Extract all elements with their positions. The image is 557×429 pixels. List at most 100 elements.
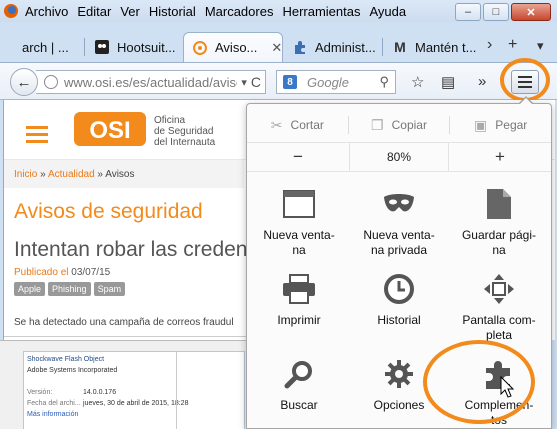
plugin-name: Shockwave Flash Object bbox=[27, 356, 105, 363]
breadcrumb-current: Avisos bbox=[105, 169, 135, 180]
history-button[interactable]: Historial bbox=[349, 269, 449, 328]
search-engine-icon[interactable]: 8 bbox=[277, 71, 303, 93]
url-bar[interactable]: www.osi.es/es/actualidad/avisc ▾ C bbox=[36, 70, 266, 94]
back-button[interactable]: ← bbox=[10, 68, 38, 96]
tab-arch[interactable]: arch | ... bbox=[14, 32, 84, 62]
embedded-screenshot: Shockwave Flash Object Adobe Systems Inc… bbox=[0, 340, 250, 429]
menubar: Archivo Editar Ver Historial Marcadores … bbox=[0, 0, 557, 22]
menu-ayuda[interactable]: Ayuda bbox=[369, 4, 406, 19]
search-input[interactable]: Google bbox=[307, 75, 379, 90]
m-icon: M bbox=[394, 39, 406, 55]
tab-title: Administ... bbox=[315, 39, 376, 55]
scissors-icon: ✂ bbox=[270, 116, 283, 133]
save-page-button[interactable]: Guardar pági-na bbox=[449, 184, 549, 258]
clipboard-icon: ▣ bbox=[474, 116, 488, 133]
new-tab-button[interactable]: + bbox=[508, 36, 517, 54]
panel-arrow-inner bbox=[519, 98, 533, 105]
menu-editar[interactable]: Editar bbox=[77, 4, 111, 19]
tag-apple[interactable]: Apple bbox=[14, 282, 46, 296]
mask-icon bbox=[379, 184, 419, 224]
article-title[interactable]: Intentan robar las credenciales bbox=[14, 238, 246, 262]
highlight-ring-add-ons bbox=[423, 340, 535, 424]
paste-button[interactable]: ▣ Pegar bbox=[450, 110, 551, 140]
tab-manten[interactable]: M Mantén t... bbox=[384, 32, 478, 62]
globe-icon bbox=[44, 75, 58, 89]
close-window-button[interactable]: ✕ bbox=[511, 3, 551, 21]
url-history-dropdown-icon[interactable]: ▾ bbox=[241, 76, 247, 89]
bookmark-star-icon[interactable]: ☆ bbox=[411, 73, 424, 91]
clock-icon bbox=[379, 269, 419, 309]
maximize-button[interactable]: □ bbox=[483, 3, 509, 21]
osi-favicon-icon bbox=[192, 40, 208, 56]
gear-icon bbox=[379, 354, 419, 394]
tab-separator bbox=[84, 38, 85, 56]
osi-subtitle: Oficina de Seguridad del Internauta bbox=[154, 115, 216, 148]
tag-list: Apple Phishing Spam bbox=[14, 282, 126, 296]
puzzle-icon bbox=[292, 39, 308, 55]
print-button[interactable]: Imprimir bbox=[249, 269, 349, 328]
site-menu-icon[interactable] bbox=[26, 126, 48, 143]
zoom-reset-button[interactable]: 80% bbox=[349, 143, 449, 171]
tab-list-dropdown-icon[interactable]: ▾ bbox=[537, 38, 544, 54]
published-info: Publicado el 03/07/15 bbox=[14, 267, 111, 278]
tag-phishing[interactable]: Phishing bbox=[48, 282, 91, 296]
edit-controls: ✂ Cortar ❐ Copiar ▣ Pegar bbox=[247, 110, 551, 140]
navigation-toolbar: www.osi.es/es/actualidad/avisc ▾ C ← 8 G… bbox=[0, 62, 557, 100]
magnifier-icon bbox=[279, 354, 319, 394]
svg-text:OSI: OSI bbox=[89, 117, 130, 144]
section-title: Avisos de seguridad bbox=[14, 200, 203, 223]
tab-strip: arch | ... Hootsuit... Aviso... ✕ Admini… bbox=[0, 28, 557, 62]
back-arrow-icon: ← bbox=[16, 73, 32, 91]
minimize-button[interactable]: – bbox=[455, 3, 481, 21]
tab-avisos[interactable]: Aviso... ✕ bbox=[183, 32, 283, 62]
breadcrumb-actualidad[interactable]: Actualidad bbox=[48, 169, 95, 180]
reload-icon[interactable]: C bbox=[251, 74, 261, 90]
firefox-icon bbox=[4, 4, 18, 18]
menu-historial[interactable]: Historial bbox=[149, 4, 196, 19]
window-controls: – □ ✕ bbox=[455, 3, 551, 21]
tag-spam[interactable]: Spam bbox=[93, 282, 126, 296]
menu-archivo[interactable]: Archivo bbox=[25, 4, 68, 19]
private-window-button[interactable]: Nueva venta-na privada bbox=[349, 184, 449, 258]
breadcrumb: Inicio » Actualidad » Avisos bbox=[4, 160, 244, 188]
copy-button[interactable]: ❐ Copiar bbox=[349, 110, 450, 140]
tab-title: Aviso... bbox=[215, 40, 258, 55]
menu-marcadores[interactable]: Marcadores bbox=[205, 4, 274, 19]
new-window-icon bbox=[279, 184, 319, 224]
menu-ver[interactable]: Ver bbox=[120, 4, 140, 19]
search-bar[interactable]: 8 Google ⚲ bbox=[276, 70, 396, 94]
breadcrumb-inicio[interactable]: Inicio bbox=[14, 169, 37, 180]
mouse-cursor-icon bbox=[500, 376, 514, 398]
tab-separator bbox=[382, 38, 383, 56]
fullscreen-button[interactable]: Pantalla com-pleta bbox=[449, 269, 549, 343]
tab-administ[interactable]: Administ... bbox=[284, 32, 380, 62]
fullscreen-icon bbox=[479, 269, 519, 309]
hootsuite-icon bbox=[94, 39, 110, 55]
find-button[interactable]: Buscar bbox=[249, 354, 349, 413]
printer-icon bbox=[279, 269, 319, 309]
divider bbox=[176, 351, 177, 429]
zoom-in-button[interactable]: + bbox=[449, 143, 551, 171]
new-window-button[interactable]: Nueva venta-na bbox=[249, 184, 349, 258]
tab-title: Hootsuit... bbox=[117, 39, 176, 55]
divider bbox=[4, 336, 249, 337]
search-icon[interactable]: ⚲ bbox=[379, 74, 389, 90]
reading-list-icon[interactable]: ▤ bbox=[441, 73, 455, 91]
zoom-out-button[interactable]: − bbox=[247, 143, 349, 171]
overflow-chevron-icon[interactable]: » bbox=[478, 73, 486, 90]
url-text[interactable]: www.osi.es/es/actualidad/avisc bbox=[64, 75, 237, 90]
tab-title: arch | ... bbox=[22, 39, 69, 55]
cut-button[interactable]: ✂ Cortar bbox=[247, 110, 348, 140]
menu-herramientas[interactable]: Herramientas bbox=[282, 4, 360, 19]
save-page-icon bbox=[479, 184, 519, 224]
zoom-controls: − 80% + bbox=[247, 142, 551, 172]
more-info-link[interactable]: Más información bbox=[27, 409, 241, 420]
tab-close-icon[interactable]: ✕ bbox=[271, 40, 282, 56]
article-body: Se ha detectado una campaña de correos f… bbox=[14, 317, 234, 328]
tab-title: Mantén t... bbox=[415, 39, 477, 55]
tabs-overflow-icon[interactable]: › bbox=[487, 36, 492, 54]
osi-logo[interactable]: OSI bbox=[74, 110, 146, 148]
copy-icon: ❐ bbox=[371, 116, 384, 133]
tab-hootsuite[interactable]: Hootsuit... bbox=[86, 32, 182, 62]
plugin-details: Shockwave Flash Object Adobe Systems Inc… bbox=[23, 351, 245, 429]
